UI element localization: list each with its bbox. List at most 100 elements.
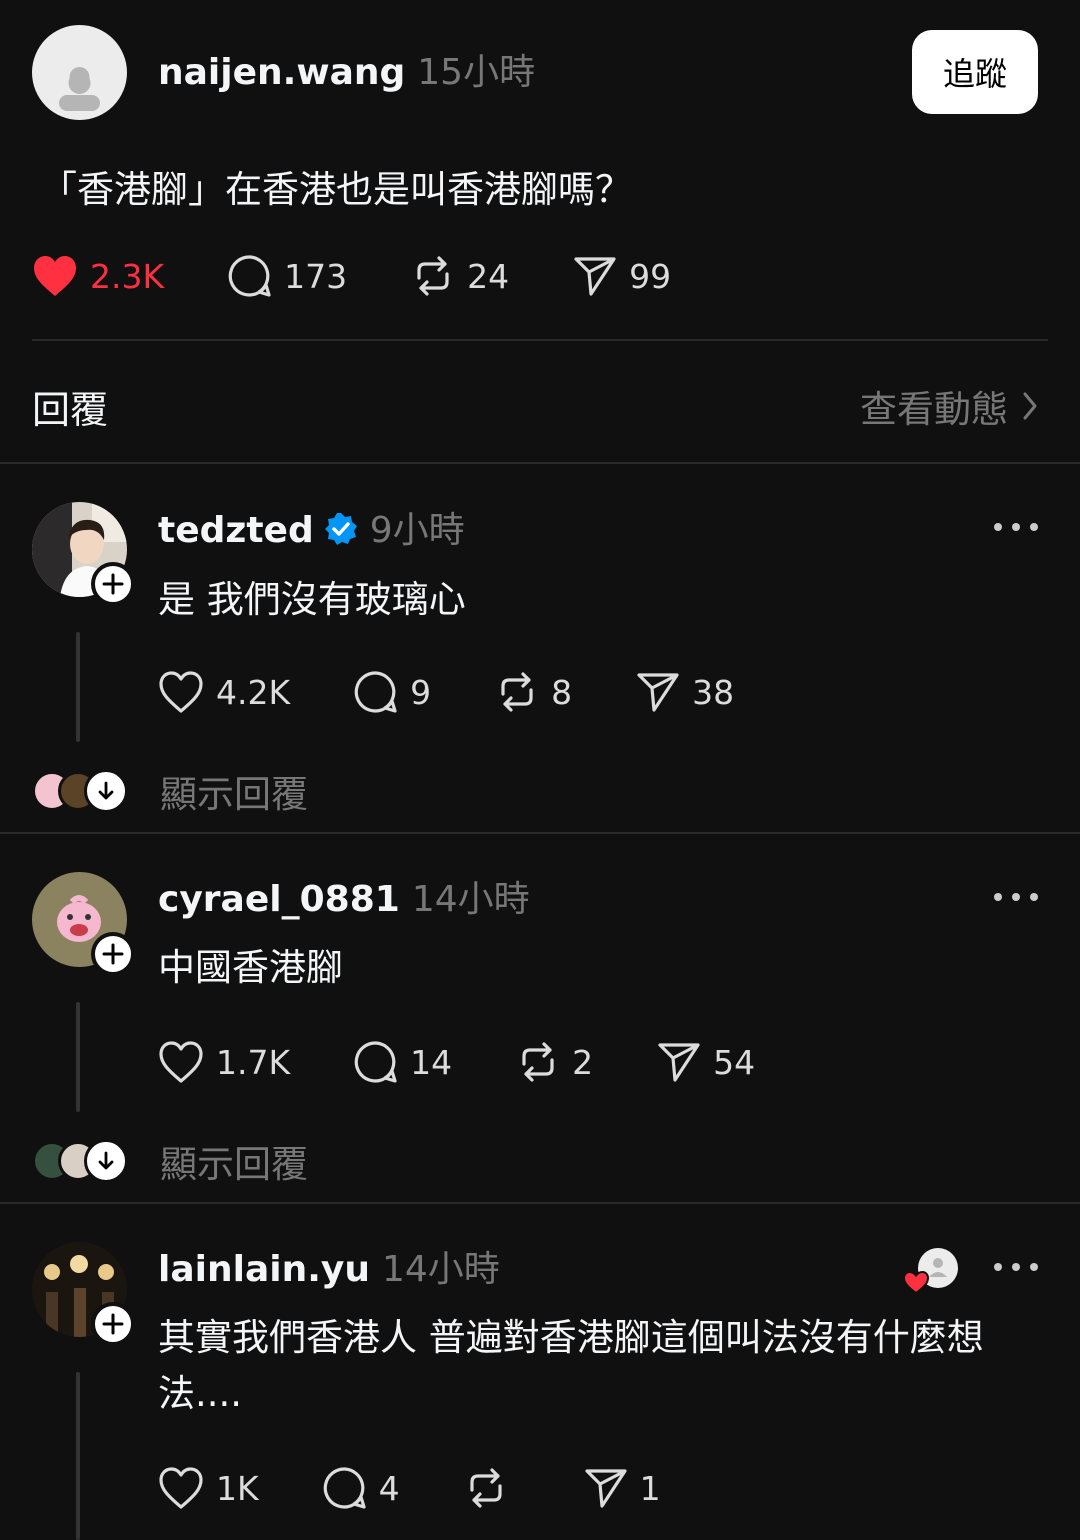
share-button[interactable]: 54 (657, 1040, 755, 1084)
show-replies-button[interactable]: 顯示回覆 (32, 764, 308, 818)
author-username-text[interactable]: naijen.wang (158, 52, 405, 93)
share-count: 1 (639, 1468, 661, 1508)
repost-count: 2 (572, 1042, 594, 1082)
more-options-button[interactable] (994, 1257, 1038, 1277)
reply-username[interactable]: tedzted 9小時 (158, 512, 465, 549)
post-header: naijen.wang 15小時 追蹤 (32, 25, 1038, 121)
replies-title: 回覆 (32, 387, 109, 432)
expand-replies-button[interactable] (84, 1139, 128, 1183)
like-button[interactable]: 4.2K (158, 670, 290, 714)
reply-actions: 4.2K 9 8 38 (158, 670, 798, 714)
comment-button[interactable]: 173 (228, 254, 347, 298)
view-activity-label: 查看動態 (860, 388, 1008, 431)
post-actions: 2.3K 173 24 99 (32, 254, 735, 298)
thread-line (76, 1002, 80, 1112)
repost-icon (470, 1468, 502, 1508)
reply-actions: 1K 4 1 (158, 1466, 725, 1510)
post-divider (32, 339, 1048, 341)
chevron-right-icon (1023, 392, 1037, 420)
follow-plus-button[interactable] (91, 1302, 135, 1346)
verified-badge-icon (324, 513, 357, 545)
heart-icon (159, 671, 203, 713)
send-icon (585, 1469, 627, 1508)
repost-icon (522, 1042, 554, 1082)
like-button[interactable]: 2.3K (32, 254, 164, 298)
expand-replies-button[interactable] (84, 769, 128, 813)
like-button[interactable]: 1.7K (158, 1040, 290, 1084)
threads-post-page: naijen.wang 15小時 追蹤 「香港腳」在香港也是叫香港腳嗎？ 2.3K… (0, 0, 1080, 1540)
view-activity-link[interactable]: 查看動態 (860, 379, 1038, 433)
repost-count: 24 (467, 256, 510, 296)
replies-bar: 回覆 查看動態 (32, 378, 1038, 434)
reply-username-text[interactable]: cyrael_0881 (158, 879, 400, 920)
more-dot-icon (1012, 523, 1020, 531)
share-button[interactable]: 38 (636, 670, 734, 714)
show-replies-button[interactable]: 顯示回覆 (32, 1134, 308, 1188)
reply-text: 是 我們沒有玻璃心 (158, 578, 466, 621)
reply-time: 9小時 (369, 510, 465, 551)
repost-button[interactable]: 8 (495, 670, 572, 714)
follow-button[interactable]: 追蹤 (912, 30, 1038, 114)
replies-divider (0, 462, 1080, 464)
repost-icon (501, 672, 533, 712)
like-button[interactable]: 1K (158, 1466, 259, 1510)
repost-icon (417, 256, 449, 296)
reply-actions: 1.7K 14 2 54 (158, 1040, 819, 1084)
plus-icon (102, 943, 124, 965)
more-dot-icon (1030, 1263, 1038, 1271)
heart-icon (159, 1467, 203, 1509)
repost-button[interactable]: 2 (516, 1040, 593, 1084)
repost-button[interactable]: 24 (411, 254, 509, 298)
like-count: 1.7K (216, 1042, 291, 1082)
like-count: 4.2K (216, 672, 291, 712)
like-count: 1K (216, 1468, 259, 1508)
comment-button[interactable]: 9 (354, 670, 431, 714)
author-username[interactable]: naijen.wang 15小時 (158, 55, 535, 91)
like-count: 2.3K (90, 256, 165, 296)
reply-time: 14小時 (381, 1249, 500, 1290)
show-replies-label: 顯示回覆 (160, 773, 308, 816)
follow-plus-button[interactable] (91, 562, 135, 606)
post-text: 「香港腳」在香港也是叫香港腳嗎？ (40, 168, 632, 211)
more-dot-icon (1012, 1263, 1020, 1271)
comment-icon (354, 1041, 397, 1083)
comment-button[interactable]: 4 (323, 1466, 400, 1510)
reply-divider (0, 832, 1080, 834)
more-options-button[interactable] (994, 887, 1038, 907)
author-liked-indicator (902, 1248, 958, 1295)
comment-button[interactable]: 14 (354, 1040, 452, 1084)
share-count: 54 (713, 1042, 756, 1082)
comment-count: 4 (378, 1468, 400, 1508)
share-button[interactable]: 1 (584, 1466, 661, 1510)
reply-username-text[interactable]: lainlain.yu (158, 1249, 370, 1290)
plus-icon (102, 1313, 124, 1335)
share-count: 38 (692, 672, 735, 712)
thread-line (76, 1372, 80, 1540)
comment-icon (228, 255, 271, 297)
reply-username[interactable]: lainlain.yu 14小時 (158, 1252, 500, 1288)
arrow-down-icon (98, 1151, 114, 1170)
reply-text: 其實我們香港人 普遍對香港腳這個叫法沒有什麼想法.... (158, 1316, 984, 1415)
comment-icon (354, 671, 397, 713)
more-options-button[interactable] (994, 517, 1038, 537)
send-icon (574, 257, 616, 296)
reply-username[interactable]: cyrael_0881 14小時 (158, 882, 530, 918)
arrow-down-icon (98, 781, 114, 800)
follow-plus-button[interactable] (91, 932, 135, 976)
reply-text: 中國香港腳 (158, 946, 343, 989)
plus-icon (102, 573, 124, 595)
send-icon (637, 673, 679, 712)
more-dot-icon (994, 893, 1002, 901)
reply-divider (0, 1202, 1080, 1204)
show-replies-label: 顯示回覆 (160, 1143, 308, 1186)
comment-icon (323, 1467, 366, 1509)
share-button[interactable]: 99 (573, 254, 671, 298)
reply-username-text[interactable]: tedzted (158, 510, 314, 551)
repost-count: 8 (551, 672, 573, 712)
repost-button[interactable] (464, 1466, 520, 1510)
thread-line (76, 632, 80, 742)
heart-filled-icon (34, 256, 76, 296)
author-avatar[interactable] (32, 25, 127, 120)
post-time: 15小時 (417, 52, 536, 93)
default-avatar-icon (59, 67, 100, 111)
